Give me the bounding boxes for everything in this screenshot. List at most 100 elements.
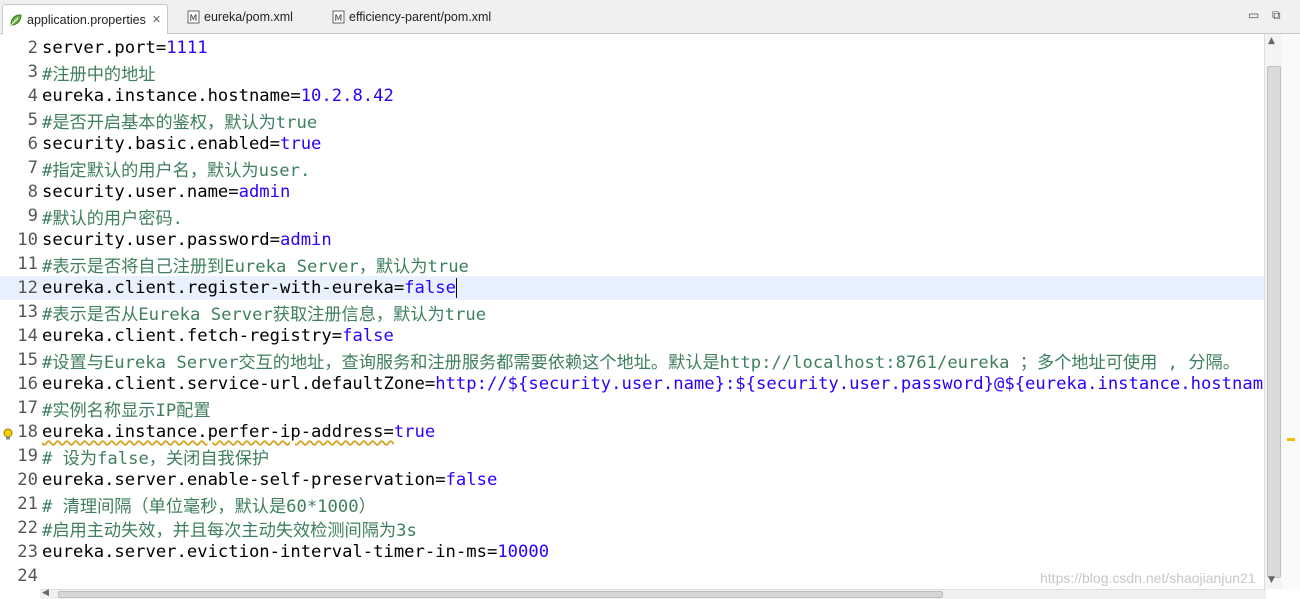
property-key: eureka.client.fetch-registry= xyxy=(42,326,343,346)
comment-text: #是否开启基本的鉴权，默认为true xyxy=(42,112,318,133)
line-number: 6 xyxy=(27,134,38,154)
line-content: security.basic.enabled=true xyxy=(42,134,321,154)
code-line[interactable]: 16 eureka.client.service-url.defaultZone=… xyxy=(0,372,1264,396)
line-number: 10 xyxy=(17,230,38,250)
property-value: admin xyxy=(238,182,291,202)
property-key: eureka.server.eviction-interval-timer-in… xyxy=(42,542,498,562)
property-key: eureka.instance.hostname= xyxy=(42,86,301,106)
code-line[interactable]: 18 eureka.instance.perfer-ip-address=true xyxy=(0,420,1264,444)
comment-text: #表示是否从Eureka Server获取注册信息，默认为true xyxy=(42,304,487,325)
code-editor[interactable]: 2 server.port=1111 3 #注册中的地址 4 eureka.instanc… xyxy=(0,34,1264,589)
line-content: eureka.client.fetch-registry=false xyxy=(42,326,394,346)
leaf-icon xyxy=(9,13,23,27)
close-icon[interactable]: ✕ xyxy=(152,13,161,26)
code-line[interactable]: 9 #默认的用户密码. xyxy=(0,204,1264,229)
comment-text: #启用主动失效，并且每次主动失效检测间隔为3s xyxy=(42,520,417,541)
code-line[interactable]: 15 #设置与Eureka Server交互的地址，查询服务和注册服务都需要依赖这… xyxy=(0,348,1264,373)
line-number: 11 xyxy=(17,254,38,274)
scroll-down-icon[interactable]: ▼ xyxy=(1268,575,1275,585)
line-content: eureka.server.enable-self-preservation=f… xyxy=(42,470,497,490)
comment-text: # 清理间隔（单位毫秒，默认是60*1000） xyxy=(42,496,376,517)
line-content: server.port=1111 xyxy=(42,38,208,58)
code-line[interactable]: 7 #指定默认的用户名，默认为user. xyxy=(0,156,1264,181)
line-number: 17 xyxy=(17,398,38,418)
vertical-scroll-thumb[interactable] xyxy=(1267,66,1281,578)
vertical-scrollbar[interactable]: ▲ ▼ xyxy=(1264,34,1282,589)
code-line[interactable]: 13 #表示是否从Eureka Server获取注册信息，默认为true xyxy=(0,300,1264,325)
warning-marker[interactable] xyxy=(1287,438,1295,441)
maximize-icon[interactable]: ⧉ xyxy=(1272,8,1281,23)
comment-text: #默认的用户密码. xyxy=(42,208,184,229)
property-value: 10.2.8.42 xyxy=(300,86,394,106)
line-content: security.user.name=admin xyxy=(42,182,290,202)
line-number: 14 xyxy=(17,326,38,346)
property-value: false xyxy=(342,326,394,346)
line-content: #实例名称显示IP配置 xyxy=(42,396,211,421)
scroll-left-icon[interactable]: ◀ xyxy=(42,588,49,598)
code-line[interactable]: 4 eureka.instance.hostname=10.2.8.42 xyxy=(0,84,1264,108)
line-number: 24 xyxy=(17,566,38,586)
comment-text: #指定默认的用户名，默认为user. xyxy=(42,160,311,181)
horizontal-scrollbar[interactable]: ◀ xyxy=(40,588,1266,599)
tab-label: eureka/pom.xml xyxy=(204,10,293,24)
line-content: eureka.client.register-with-eureka=false xyxy=(42,278,458,298)
tab-label: application.properties xyxy=(27,12,146,27)
comment-text: #实例名称显示IP配置 xyxy=(42,400,211,421)
code-line[interactable]: 3 #注册中的地址 xyxy=(0,60,1264,85)
line-number: 16 xyxy=(17,374,38,394)
line-content: #默认的用户密码. xyxy=(42,204,183,229)
property-value: true xyxy=(393,422,436,442)
line-number: 7 xyxy=(27,158,38,178)
line-number: 5 xyxy=(27,110,38,130)
code-line[interactable]: 12 eureka.client.register-with-eureka=fal… xyxy=(0,276,1264,300)
line-content: #指定默认的用户名，默认为user. xyxy=(42,156,310,181)
text-caret xyxy=(455,278,458,298)
line-content: #表示是否将自己注册到Eureka Server，默认为true xyxy=(42,252,469,277)
comment-text: #注册中的地址 xyxy=(42,64,156,85)
scroll-up-icon[interactable]: ▲ xyxy=(1268,36,1275,46)
line-number: 21 xyxy=(17,494,38,514)
line-content: # 设为false，关闭自我保护 xyxy=(42,444,269,469)
line-number: 20 xyxy=(17,470,38,490)
tab-eureka-pom[interactable]: M eureka/pom.xml xyxy=(180,4,299,30)
watermark: https://blog.csdn.net/shaojianjun21 xyxy=(1040,570,1256,586)
comment-text: #表示是否将自己注册到Eureka Server，默认为true xyxy=(42,256,469,277)
code-line[interactable]: 23 eureka.server.eviction-interval-timer-… xyxy=(0,540,1264,564)
line-content: # 清理间隔（单位毫秒，默认是60*1000） xyxy=(42,492,376,517)
property-key: eureka.client.register-with-eureka= xyxy=(42,278,405,298)
horizontal-scroll-thumb[interactable] xyxy=(58,591,943,598)
property-value: false xyxy=(445,470,498,490)
warning-lightbulb-icon[interactable] xyxy=(2,425,14,440)
code-line[interactable]: 11 #表示是否将自己注册到Eureka Server，默认为true xyxy=(0,252,1264,277)
code-line[interactable]: 20 eureka.server.enable-self-preservation… xyxy=(0,468,1264,492)
tab-application-properties[interactable]: application.properties ✕ xyxy=(2,4,169,34)
code-line[interactable]: 5 #是否开启基本的鉴权，默认为true xyxy=(0,108,1264,133)
code-line[interactable]: 22 #启用主动失效，并且每次主动失效检测间隔为3s xyxy=(0,516,1264,541)
editor-tab-bar: application.properties ✕ M eureka/pom.xm… xyxy=(0,0,1300,34)
property-value: 10000 xyxy=(497,542,550,562)
line-number: 22 xyxy=(17,518,38,538)
line-content: eureka.instance.perfer-ip-address=true xyxy=(42,422,435,442)
code-line[interactable]: 10 security.user.password=admin xyxy=(0,228,1264,252)
code-line[interactable]: 14 eureka.client.fetch-registry=false xyxy=(0,324,1264,348)
code-line[interactable]: 2 server.port=1111 xyxy=(0,36,1264,60)
line-content: eureka.instance.hostname=10.2.8.42 xyxy=(42,86,394,106)
line-number: 3 xyxy=(27,62,38,82)
tab-efficiency-parent-pom[interactable]: M efficiency-parent/pom.xml xyxy=(325,4,497,30)
code-line[interactable]: 21 # 清理间隔（单位毫秒，默认是60*1000） xyxy=(0,492,1264,517)
comment-text: # 设为false，关闭自我保护 xyxy=(42,448,270,469)
code-line[interactable]: 8 security.user.name=admin xyxy=(0,180,1264,204)
minimize-icon[interactable]: ▭ xyxy=(1248,8,1259,22)
code-line[interactable]: 6 security.basic.enabled=true xyxy=(0,132,1264,156)
overview-ruler xyxy=(1282,34,1300,589)
line-number: 15 xyxy=(17,350,38,370)
property-key: eureka.server.enable-self-preservation= xyxy=(42,470,446,490)
code-line[interactable]: 19 # 设为false，关闭自我保护 xyxy=(0,444,1264,469)
svg-text:M: M xyxy=(189,14,197,24)
line-number: 4 xyxy=(27,86,38,106)
property-key: eureka.instance.perfer-ip-address= xyxy=(42,422,394,442)
line-content: #表示是否从Eureka Server获取注册信息，默认为true xyxy=(42,300,486,325)
line-content: eureka.server.eviction-interval-timer-in… xyxy=(42,542,549,562)
comment-text: #设置与Eureka Server交互的地址，查询服务和注册服务都需要依赖这个地… xyxy=(42,352,1240,373)
code-line[interactable]: 17 #实例名称显示IP配置 xyxy=(0,396,1264,421)
